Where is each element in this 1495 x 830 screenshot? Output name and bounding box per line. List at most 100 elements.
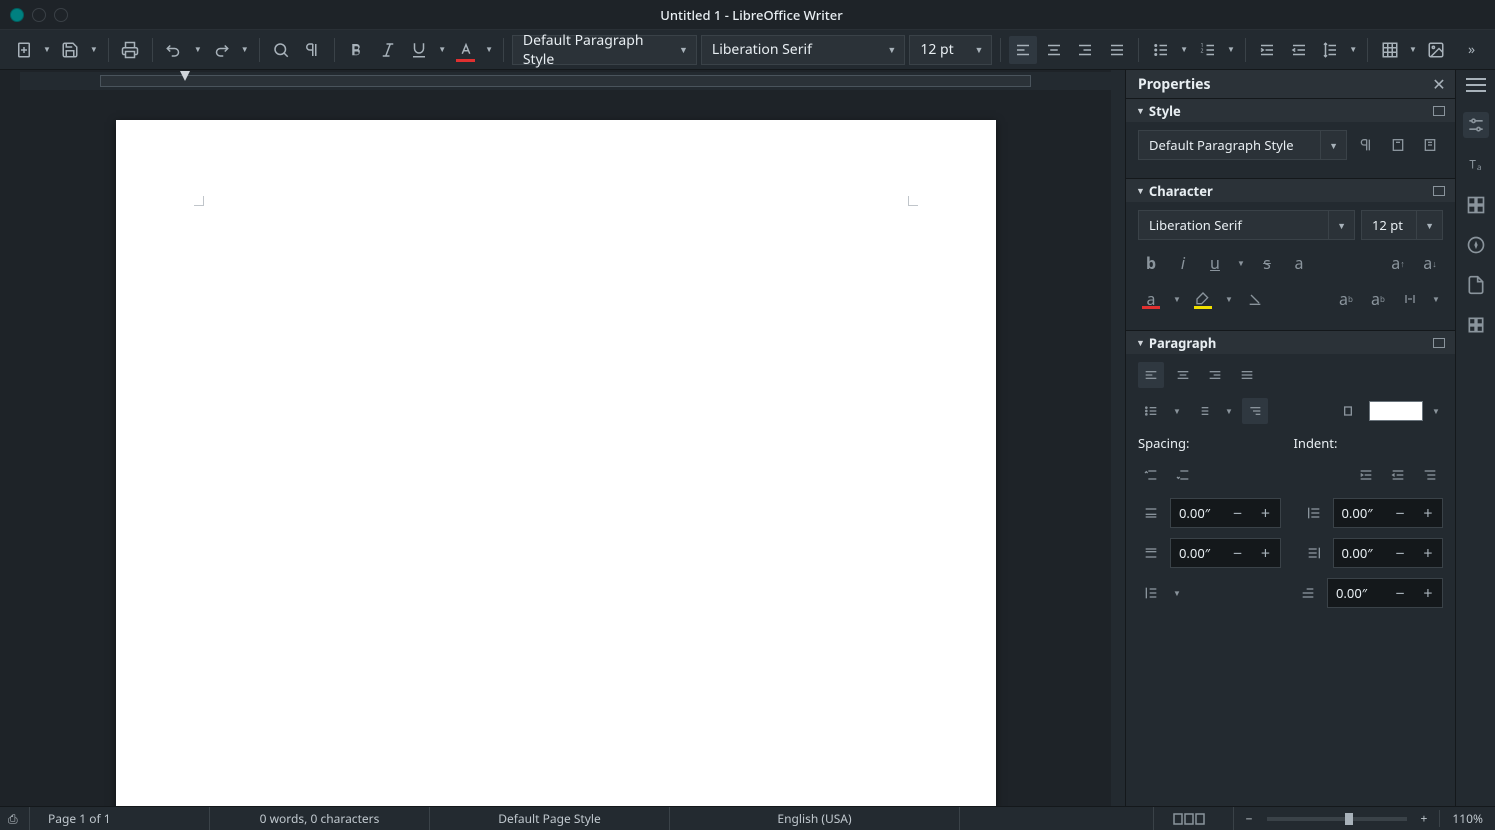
sidebar-paragraph-style-combo[interactable]: Default Paragraph Style▼ (1138, 130, 1347, 160)
sidebar-highlight-dropdown[interactable]: ▼ (1222, 286, 1236, 312)
zoom-out-button[interactable]: − (1242, 810, 1257, 827)
tab-properties-icon[interactable] (1463, 112, 1489, 138)
hanging-indent-button[interactable] (1417, 462, 1443, 488)
decrease-para-spacing-button[interactable] (1170, 462, 1196, 488)
sidebar-bold-button[interactable]: b (1138, 250, 1164, 276)
zoom-control[interactable]: − + (1234, 810, 1440, 827)
section-style-header[interactable]: ▼ Style (1126, 98, 1455, 122)
plus-button[interactable]: + (1414, 502, 1442, 524)
sidebar-strikethrough-button[interactable]: s (1254, 250, 1280, 276)
edit-style-button[interactable] (1417, 132, 1443, 158)
section-detach-icon[interactable] (1433, 338, 1445, 348)
font-color-button[interactable] (452, 36, 479, 64)
sidebar-clear-format-button[interactable] (1242, 286, 1268, 312)
para-align-justify-button[interactable] (1234, 362, 1260, 388)
undo-dropdown[interactable]: ▼ (192, 44, 204, 55)
sidebar-shadow-button[interactable]: a (1286, 250, 1312, 276)
document-page[interactable] (116, 120, 996, 806)
para-align-right-button[interactable] (1202, 362, 1228, 388)
line-spacing-button[interactable] (1316, 36, 1343, 64)
tab-gallery-icon[interactable] (1463, 192, 1489, 218)
insert-table-button[interactable] (1376, 36, 1403, 64)
sidebar-font-color-button[interactable]: a (1138, 286, 1164, 312)
font-name-combo[interactable]: Liberation Serif▼ (701, 35, 905, 65)
sidepanel-menu-button[interactable] (1466, 78, 1486, 92)
zoom-in-button[interactable]: + (1417, 810, 1432, 827)
sidebar-char-spacing-button[interactable] (1397, 286, 1423, 312)
horizontal-ruler[interactable] (20, 72, 1111, 90)
sidebar-italic-button[interactable]: i (1170, 250, 1196, 276)
formatting-marks-button[interactable] (299, 36, 326, 64)
toolbar-overflow-button[interactable]: » (1458, 36, 1485, 64)
bullet-list-dropdown[interactable]: ▼ (1178, 44, 1190, 55)
indent-after-spinner[interactable]: 0.00″−+ (1333, 538, 1444, 568)
underline-button[interactable] (405, 36, 432, 64)
para-bullet-list-button[interactable] (1138, 398, 1164, 424)
status-selection-mode[interactable] (1154, 807, 1234, 830)
sidebar-underline-dropdown[interactable]: ▼ (1234, 250, 1248, 276)
para-align-left-button[interactable] (1138, 362, 1164, 388)
sidebar-decrease-font-button[interactable]: a↓ (1417, 250, 1443, 276)
indent-before-spinner[interactable]: 0.00″−+ (1333, 498, 1444, 528)
window-minimize-button[interactable] (32, 8, 46, 22)
sidebar-font-name-combo[interactable]: Liberation Serif▼ (1138, 210, 1355, 240)
new-style-button[interactable] (1353, 132, 1379, 158)
increase-indent-small-button[interactable] (1353, 462, 1379, 488)
bullet-list-button[interactable] (1147, 36, 1174, 64)
tab-styles-icon[interactable]: Ta (1463, 152, 1489, 178)
new-document-dropdown[interactable]: ▼ (41, 44, 53, 55)
para-bg-color-dropdown[interactable]: ▼ (1429, 398, 1443, 424)
status-insert-mode[interactable] (960, 807, 1154, 830)
page-scroll-container[interactable] (0, 90, 1111, 806)
redo-button[interactable] (208, 36, 235, 64)
section-detach-icon[interactable] (1433, 186, 1445, 196)
align-justify-button[interactable] (1103, 36, 1130, 64)
section-paragraph-header[interactable]: ▼ Paragraph (1126, 330, 1455, 354)
zoom-slider[interactable] (1267, 817, 1407, 821)
status-zoom-value[interactable]: 110% (1439, 810, 1495, 827)
numbered-list-button[interactable]: 12 (1194, 36, 1221, 64)
sidebar-increase-font-button[interactable]: a↑ (1385, 250, 1411, 276)
decrease-indent-button[interactable] (1285, 36, 1312, 64)
para-bullet-dropdown[interactable]: ▼ (1170, 398, 1184, 424)
minus-button[interactable]: − (1386, 542, 1414, 564)
status-word-count[interactable]: 0 words, 0 characters (210, 807, 430, 830)
status-language[interactable]: English (USA) (670, 807, 960, 830)
undo-button[interactable] (161, 36, 188, 64)
line-spacing-icon[interactable] (1138, 580, 1164, 606)
new-document-button[interactable] (10, 36, 37, 64)
tab-navigator-icon[interactable] (1463, 232, 1489, 258)
font-size-combo[interactable]: 12 pt▼ (909, 35, 992, 65)
line-spacing-dropdown[interactable]: ▼ (1347, 44, 1359, 55)
bold-button[interactable] (343, 36, 370, 64)
plus-button[interactable]: + (1414, 582, 1442, 604)
para-align-center-button[interactable] (1170, 362, 1196, 388)
italic-button[interactable] (374, 36, 401, 64)
increase-indent-button[interactable] (1254, 36, 1281, 64)
section-detach-icon[interactable] (1433, 106, 1445, 116)
para-number-dropdown[interactable]: ▼ (1222, 398, 1236, 424)
insert-table-dropdown[interactable]: ▼ (1407, 44, 1419, 55)
plus-button[interactable]: + (1252, 502, 1280, 524)
status-page-style[interactable]: Default Page Style (430, 807, 670, 830)
section-character-header[interactable]: ▼ Character (1126, 178, 1455, 202)
window-close-button[interactable] (10, 8, 24, 22)
tab-style-inspector-icon[interactable] (1463, 312, 1489, 338)
minus-button[interactable]: − (1224, 542, 1252, 564)
line-spacing-dropdown[interactable]: ▼ (1170, 580, 1184, 606)
indent-first-spinner[interactable]: 0.00″−+ (1327, 578, 1443, 608)
numbered-list-dropdown[interactable]: ▼ (1225, 44, 1237, 55)
plus-button[interactable]: + (1414, 542, 1442, 564)
status-page[interactable]: Page 1 of 1 (30, 807, 210, 830)
sidebar-font-color-dropdown[interactable]: ▼ (1170, 286, 1184, 312)
window-maximize-button[interactable] (54, 8, 68, 22)
save-button[interactable] (57, 36, 84, 64)
align-right-button[interactable] (1072, 36, 1099, 64)
minus-button[interactable]: − (1224, 502, 1252, 524)
space-above-spinner[interactable]: 0.00″−+ (1170, 498, 1281, 528)
update-style-button[interactable] (1385, 132, 1411, 158)
para-bg-color-swatch[interactable] (1369, 401, 1423, 421)
sidebar-underline-button[interactable]: u (1202, 250, 1228, 276)
para-number-list-button[interactable] (1190, 398, 1216, 424)
sidebar-font-size-combo[interactable]: 12 pt▼ (1361, 210, 1443, 240)
